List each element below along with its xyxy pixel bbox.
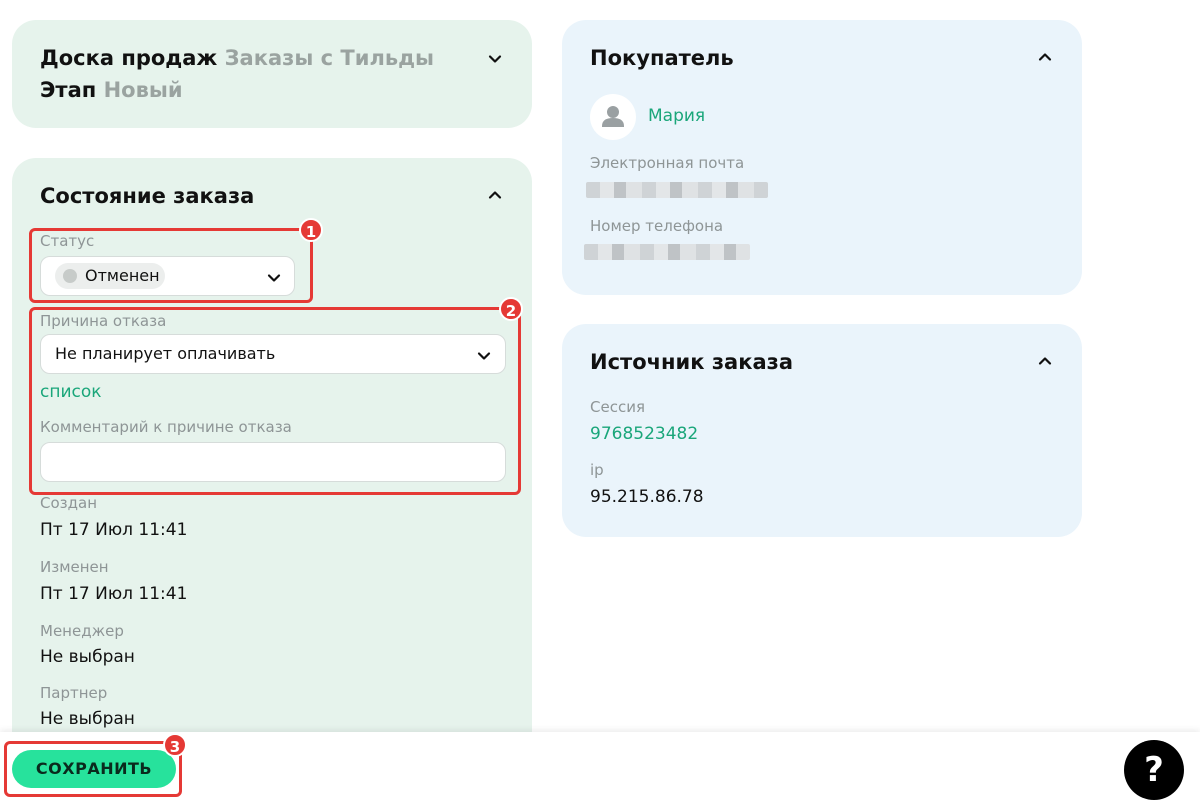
annotation-box-3 [4,741,182,797]
board-line: Доска продаж Заказы с Тильды [40,46,434,70]
phone-label: Номер телефона [590,217,724,235]
buyer-name-link[interactable]: Мария [648,106,705,126]
board-label: Доска продаж [40,46,218,70]
chevron-up-icon[interactable] [1038,354,1052,368]
partner-label: Партнер [40,684,108,702]
order-state-title: Состояние заказа [40,184,255,208]
source-card: Источник заказа Сессия 9768523482 ip 95.… [562,324,1082,537]
chevron-up-icon[interactable] [1038,50,1052,64]
board-value: Заказы с Тильды [224,46,435,70]
session-value-link[interactable]: 9768523482 [590,424,698,444]
session-label: Сессия [590,398,645,416]
email-value-blurred [586,182,768,198]
annotation-badge-1: 1 [299,218,323,242]
help-icon[interactable]: ? [1124,740,1184,800]
board-card: Доска продаж Заказы с Тильды Этап Новый [12,20,532,128]
chevron-down-icon[interactable] [488,52,502,66]
ip-value: 95.215.86.78 [590,487,704,507]
stage-value: Новый [103,78,183,102]
annotation-box-1 [29,228,313,303]
manager-value: Не выбран [40,647,135,667]
email-label: Электронная почта [590,154,745,172]
stage-line: Этап Новый [40,78,183,102]
annotation-badge-3: 3 [163,733,187,757]
created-value: Пт 17 Июл 11:41 [40,520,188,540]
modified-label: Изменен [40,558,109,576]
source-title: Источник заказа [590,350,793,374]
ip-label: ip [590,461,604,479]
modified-value: Пт 17 Июл 11:41 [40,584,188,604]
manager-label: Менеджер [40,622,124,640]
stage-label: Этап [40,78,97,102]
buyer-card: Покупатель Мария Электронная почта Номер… [562,20,1082,295]
buyer-title: Покупатель [590,46,734,70]
created-label: Создан [40,494,97,512]
chevron-up-icon[interactable] [488,188,502,202]
partner-value: Не выбран [40,709,135,729]
phone-value-blurred [584,244,750,260]
annotation-badge-2: 2 [499,297,523,321]
annotation-box-2 [29,307,521,495]
user-icon [590,94,636,140]
